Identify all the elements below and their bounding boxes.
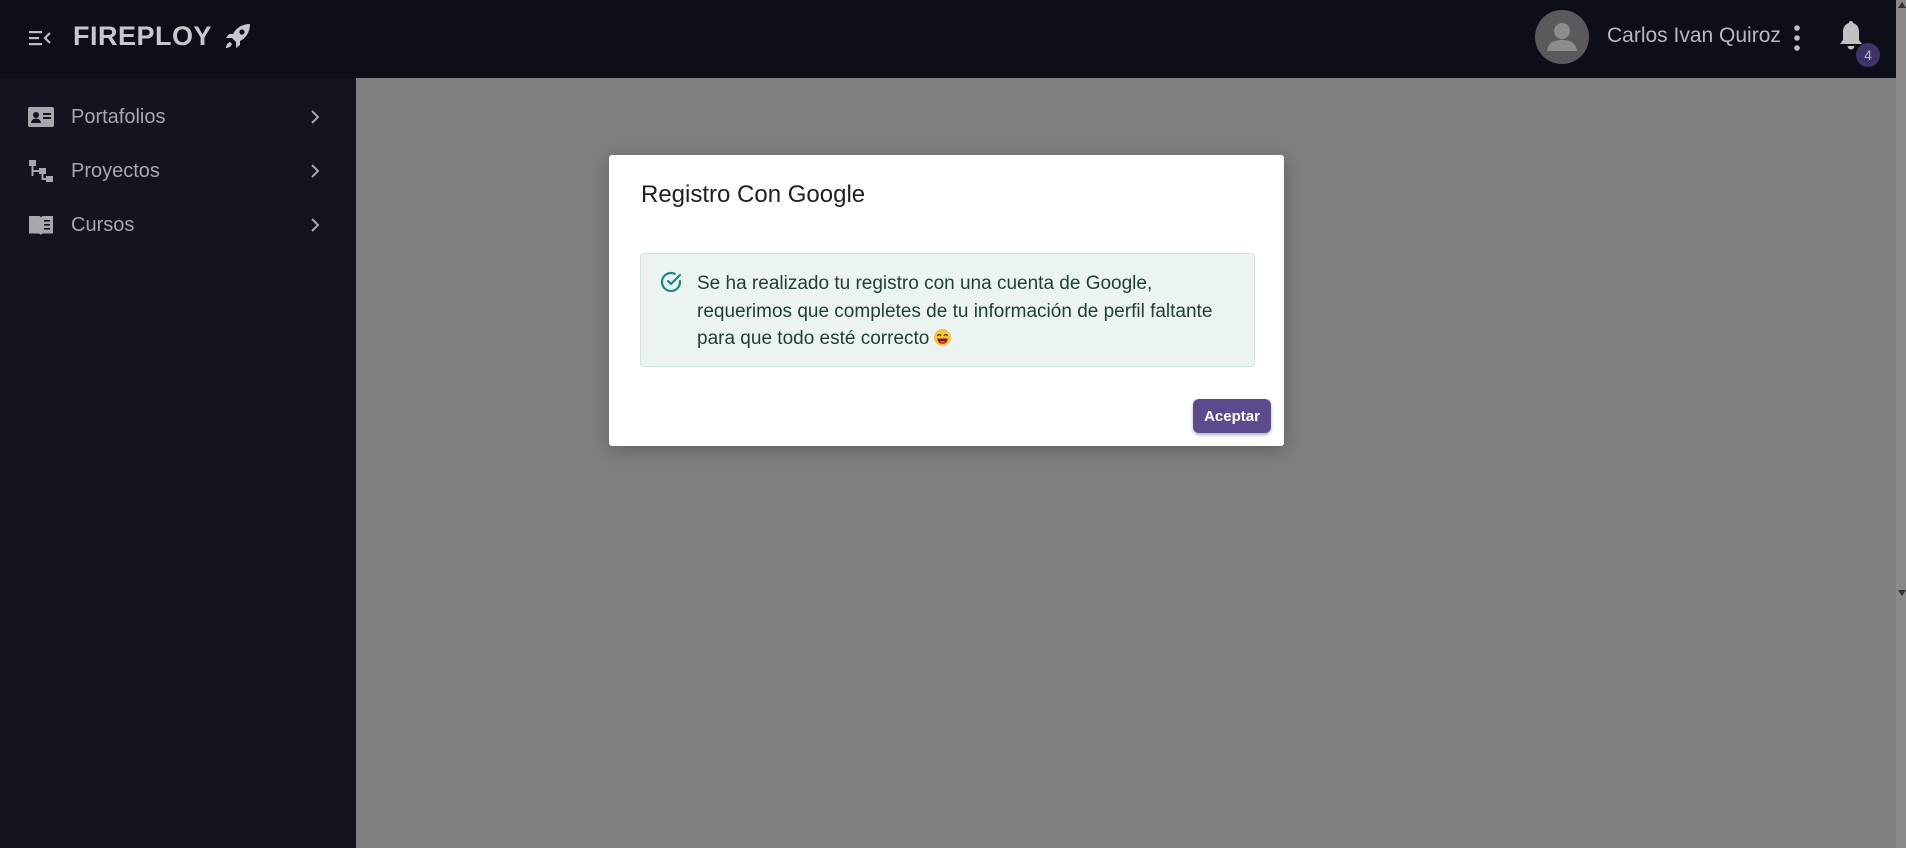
more-options-icon[interactable]: [1787, 22, 1807, 54]
brand-name: FIREPLOY: [73, 20, 213, 51]
scroll-down-arrow[interactable]: [1898, 590, 1906, 596]
page-scrollbar[interactable]: [1896, 0, 1906, 848]
rocket-icon: [226, 24, 251, 48]
notification-badge: 4: [1856, 43, 1880, 67]
modal-title: Registro Con Google: [641, 181, 866, 208]
user-name[interactable]: Carlos Ivan Quiroz: [1607, 24, 1781, 48]
alert-message: Se ha realizado tu registro con una cuen…: [697, 270, 1242, 353]
book-open-icon: [29, 216, 53, 235]
success-alert: Se ha realizado tu registro con una cuen…: [640, 253, 1255, 367]
sidebar-item-label: Cursos: [71, 213, 135, 236]
user-icon: [1547, 23, 1577, 51]
id-card-icon: [28, 107, 54, 127]
alert-message-text: Se ha realizado tu registro con una cuen…: [697, 273, 1213, 349]
chevron-right-icon: [311, 218, 320, 232]
accept-button[interactable]: Aceptar: [1193, 399, 1271, 433]
sitemap-icon: [29, 160, 53, 182]
sidebar-item-portafolios[interactable]: Portafolios: [0, 90, 356, 144]
scroll-up-arrow[interactable]: [1898, 2, 1906, 8]
chevron-right-icon: [311, 164, 320, 178]
sidebar-item-label: Portafolios: [71, 105, 166, 128]
sidebar-item-proyectos[interactable]: Proyectos: [0, 144, 356, 198]
sidebar: Portafolios Proyectos Cursos: [0, 78, 356, 848]
sidebar-item-label: Proyectos: [71, 159, 160, 182]
sidebar-item-cursos[interactable]: Cursos: [0, 198, 356, 252]
top-bar: FIREPLOY Carlos Ivan Quiroz 4: [0, 0, 1896, 78]
check-circle-icon: [660, 271, 682, 293]
chevron-right-icon: [311, 110, 320, 124]
grinning-emoji-icon: [934, 328, 952, 347]
menu-collapse-icon[interactable]: [28, 27, 52, 49]
avatar[interactable]: [1535, 10, 1589, 64]
registration-modal: Registro Con Google Se ha realizado tu r…: [609, 155, 1284, 446]
brand-logo[interactable]: FIREPLOY: [73, 20, 254, 52]
